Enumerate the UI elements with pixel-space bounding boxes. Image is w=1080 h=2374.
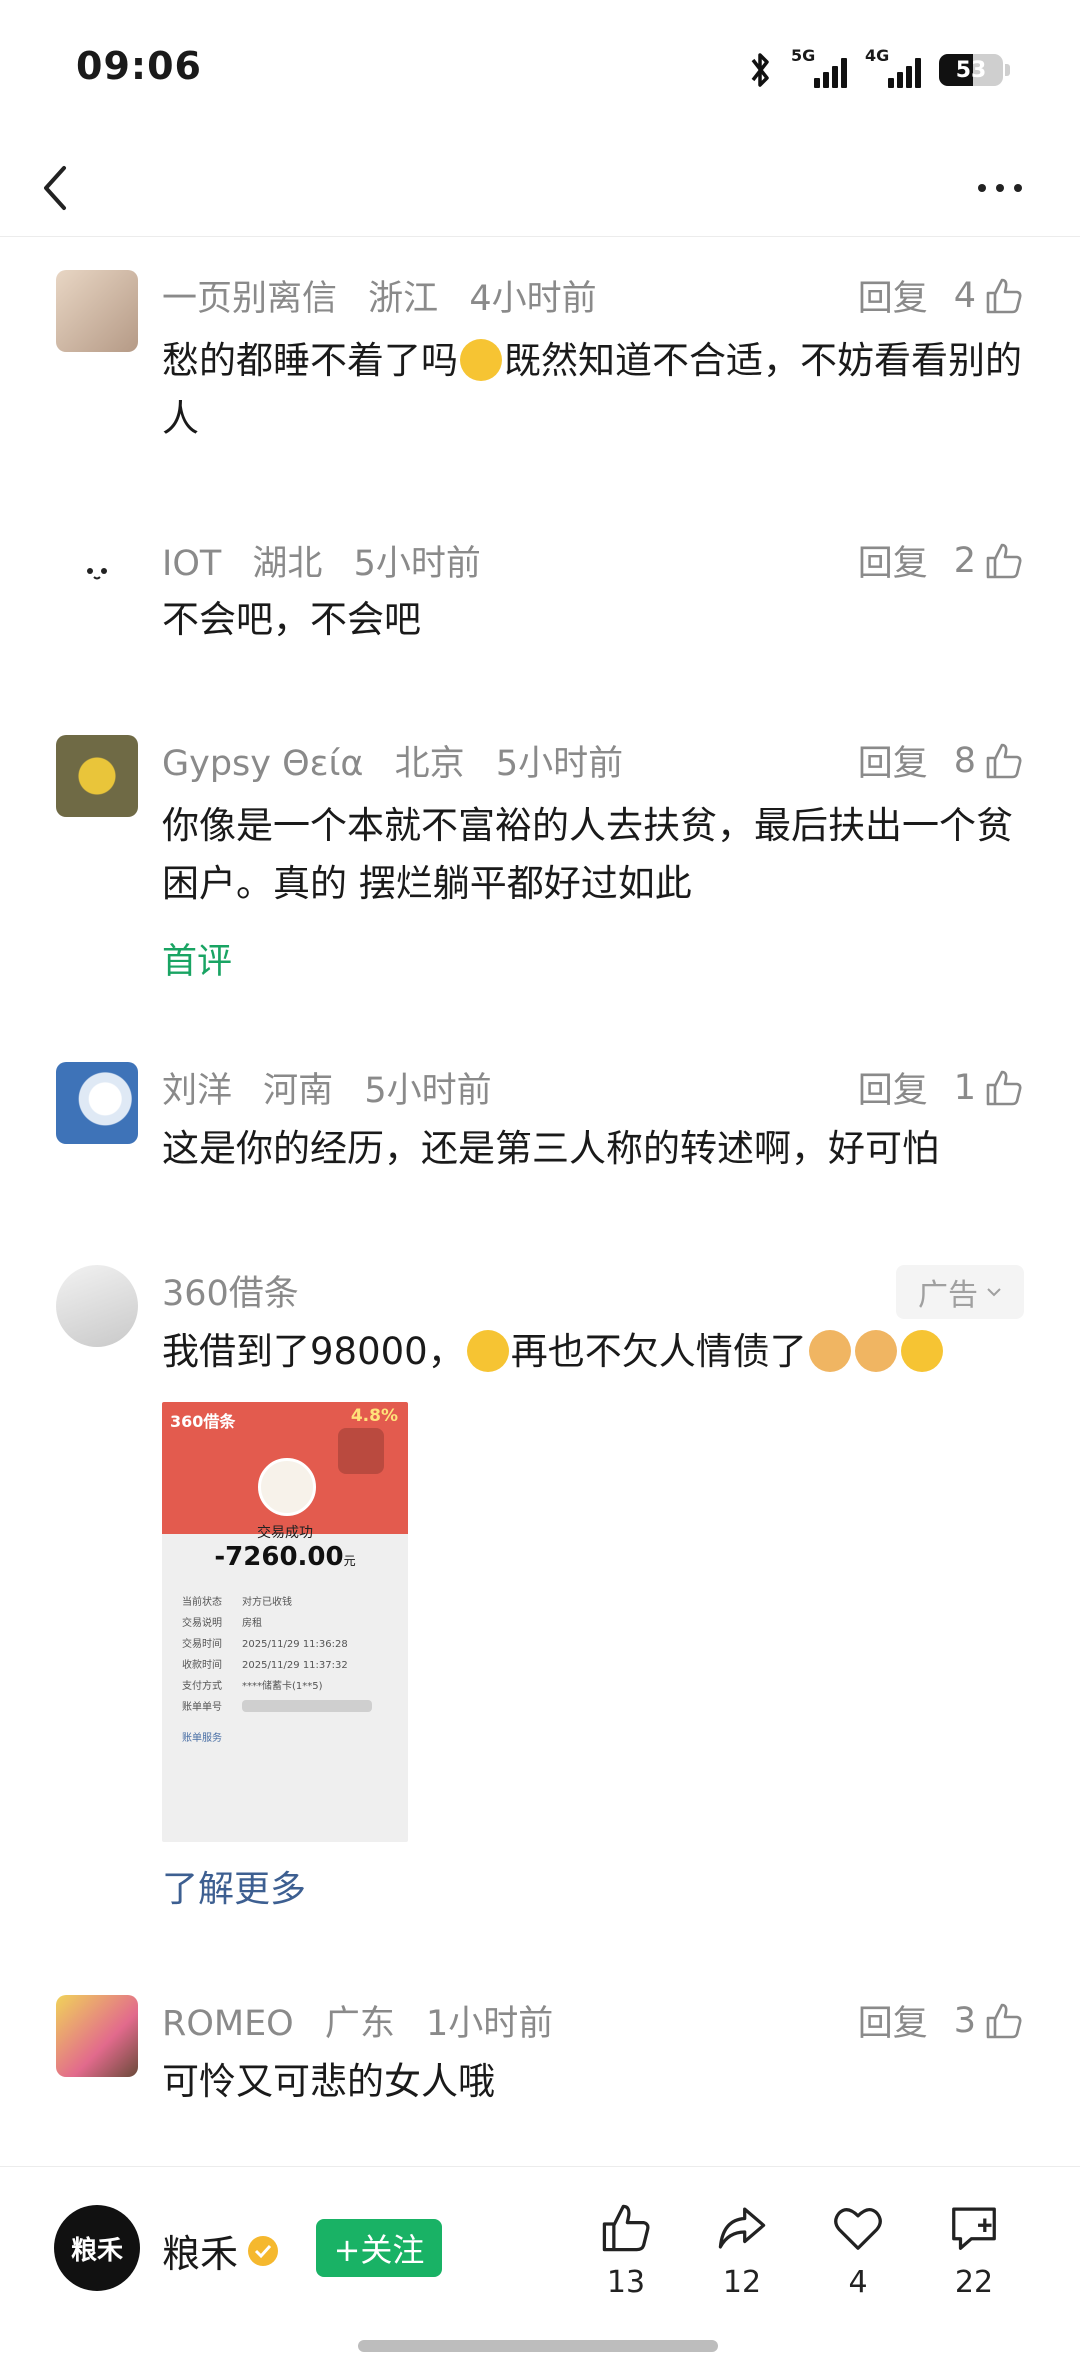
share-count: 12: [722, 2265, 762, 2300]
avatar[interactable]: [56, 535, 138, 617]
comment-text: 不会吧，不会吧: [162, 598, 421, 641]
thumbs-up-icon: [986, 278, 1022, 313]
comment-user[interactable]: ROMEO: [162, 2004, 294, 2044]
thumbs-up-icon: [986, 543, 1022, 578]
grin-emoji-icon: [900, 1330, 943, 1372]
like-button[interactable]: 8: [954, 741, 1024, 781]
chevron-left-icon[interactable]: [34, 158, 74, 218]
dog-avatar-icon: [258, 1458, 316, 1516]
favorite-button[interactable]: 4: [818, 2201, 898, 2300]
comment-time: 4小时前: [469, 279, 597, 319]
comment-user[interactable]: 一页别离信: [162, 279, 337, 319]
share-button[interactable]: 12: [702, 2201, 782, 2300]
comment-add-icon: [952, 2207, 996, 2250]
victory-hand-icon: [854, 1330, 897, 1372]
comment-user[interactable]: IOT: [162, 544, 221, 584]
verified-badge-icon: [248, 2235, 279, 2266]
battery-tip: [1005, 64, 1010, 76]
like-count: 8: [953, 740, 976, 781]
like-button[interactable]: 2: [954, 541, 1024, 581]
like-post-button[interactable]: 13: [586, 2201, 666, 2300]
status-time: 09:06: [76, 44, 202, 88]
comment-time: 5小时前: [353, 544, 481, 584]
like-count: 13: [606, 2265, 646, 2300]
signal-5g-icon: 5G: [791, 46, 847, 90]
laugh-emoji-icon: [460, 339, 502, 381]
thumbs-up-icon: [986, 743, 1022, 778]
bluetooth-icon: [751, 53, 769, 87]
ad-image-rows: 当前状态 对方已收钱 交易说明 房租 交易时间 2025/11/29 11:36:28…: [182, 1597, 348, 1744]
comment-text: 可怜又可悲的女人哦: [162, 2060, 495, 2103]
comment-location: 北京: [394, 744, 465, 784]
thinking-emoji-icon: [466, 1330, 509, 1372]
like-button[interactable]: 3: [954, 2001, 1024, 2041]
top-nav: [0, 140, 1080, 237]
comment-user[interactable]: Gypsy Θεία: [162, 744, 364, 784]
comment-location: 河南: [263, 1071, 334, 1111]
victory-hand-icon: [808, 1330, 851, 1372]
comment-text: 愁的都睡不着了吗 既然知道不合适，不妨看看别的人: [162, 339, 1022, 440]
like-button[interactable]: 4: [954, 276, 1024, 316]
home-indicator[interactable]: [358, 2340, 718, 2352]
comment-time: 5小时前: [495, 744, 624, 784]
reply-button[interactable]: 回复: [858, 270, 928, 321]
chevron-down-icon: [987, 1288, 1001, 1297]
thumbs-up-icon: [986, 1070, 1022, 1105]
comment-count: 22: [954, 2265, 994, 2300]
reply-button[interactable]: 回复: [858, 735, 928, 786]
reply-button[interactable]: 回复: [858, 1995, 928, 2046]
avatar[interactable]: [56, 270, 138, 352]
like-count: 4: [953, 275, 976, 316]
reply-button[interactable]: 回复: [858, 1062, 928, 1113]
status-bar: 09:06 5G 4G 53: [0, 0, 1080, 140]
comment-time: 5小时前: [364, 1071, 492, 1111]
ad-image[interactable]: 360借条 4.8% 交易成功 -7260.00元 当前状态 对方已收钱 交易说明…: [162, 1402, 408, 1842]
thumbs-up-icon: [986, 2003, 1022, 2038]
more-dots-icon[interactable]: [970, 176, 1030, 200]
thumbs-up-icon: [602, 2204, 650, 2252]
signal-4g-icon: 4G: [865, 46, 921, 90]
blurred-field: [242, 1700, 372, 1712]
learn-more-link[interactable]: 了解更多: [162, 1860, 306, 1912]
author-avatar[interactable]: 粮禾: [54, 2205, 140, 2291]
avatar[interactable]: [56, 1995, 138, 2077]
avatar[interactable]: [56, 1062, 138, 1144]
heart-icon: [834, 2208, 882, 2250]
like-button[interactable]: 1: [954, 1068, 1024, 1108]
exit-icon: [338, 1428, 384, 1474]
ad-avatar[interactable]: [56, 1265, 138, 1347]
ad-text: 我借到了98000， 再也不欠人情债了: [162, 1323, 1032, 1381]
follow-button[interactable]: +关注: [316, 2219, 442, 2277]
battery-icon: 53: [939, 54, 1003, 86]
ad-user[interactable]: 360借条: [162, 1274, 299, 1314]
comment-location: 广东: [324, 2004, 395, 2044]
comment-user[interactable]: 刘洋: [162, 1071, 232, 1111]
like-count: 3: [953, 2000, 976, 2041]
favorite-count: 4: [848, 2265, 868, 2300]
avatar[interactable]: [56, 735, 138, 817]
comment-button[interactable]: 22: [934, 2201, 1014, 2300]
author-name[interactable]: 粮禾: [162, 2223, 280, 2278]
comment-text: 这是你的经历，还是第三人称的转述啊，好可怕: [162, 1127, 939, 1170]
like-count: 2: [953, 540, 976, 581]
comment-text: 你像是一个本就不富裕的人去扶贫，最后扶出一个贫困户。真的 摆烂躺平都好过如此: [162, 804, 1013, 905]
ad-badge[interactable]: 广告: [896, 1265, 1024, 1319]
reply-button[interactable]: 回复: [858, 535, 928, 586]
comment-time: 1小时前: [426, 2004, 554, 2044]
like-count: 1: [953, 1067, 976, 1108]
comment-location: 浙江: [368, 279, 439, 319]
comment-location: 湖北: [252, 544, 323, 584]
share-icon: [718, 2207, 766, 2249]
first-comment-tag: 首评: [162, 942, 233, 982]
